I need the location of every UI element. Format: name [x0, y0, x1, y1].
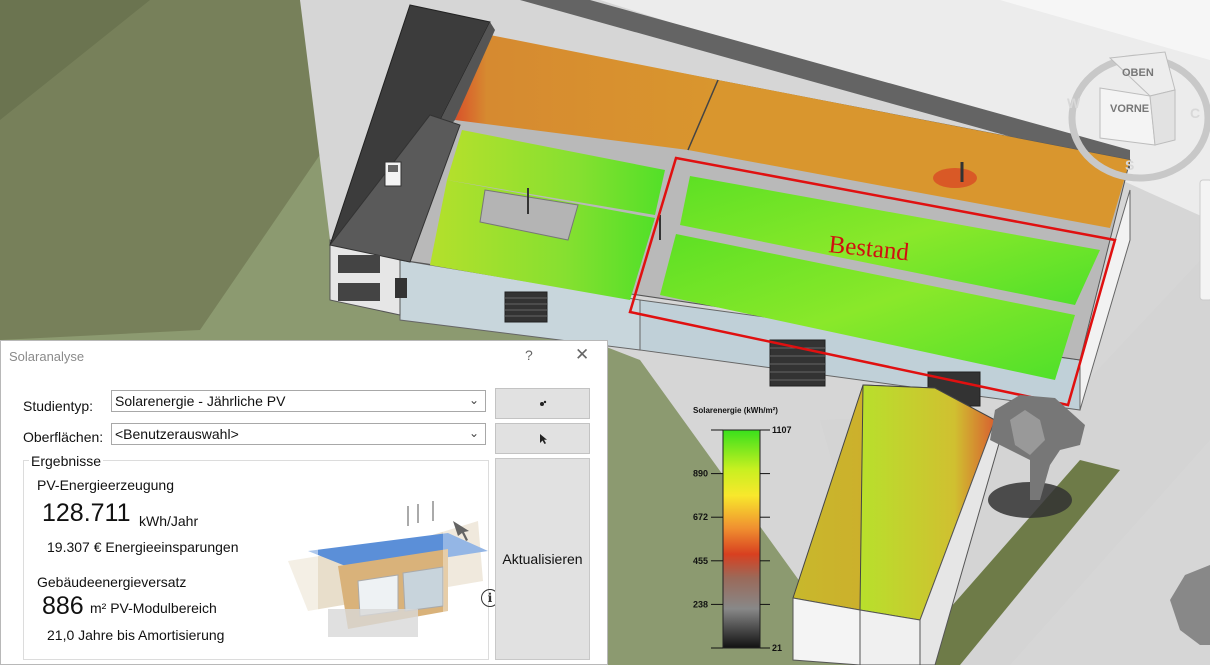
- surfaces-select[interactable]: <Benutzerauswahl> ⌄: [111, 423, 486, 445]
- study-type-select[interactable]: Solarenergie - Jährliche PV ⌄: [111, 390, 486, 412]
- chevron-down-icon: ⌄: [468, 426, 479, 440]
- view-cube-front: VORNE: [1110, 103, 1149, 115]
- legend-tick-label: 238: [693, 599, 708, 609]
- pv-production-value: 128.711: [42, 499, 131, 527]
- surfaces-value: <Benutzerauswahl>: [115, 426, 239, 442]
- view-cube-east: C: [1190, 105, 1200, 121]
- chevron-down-icon: ⌄: [468, 393, 479, 407]
- legend-tick-label: 21: [772, 643, 782, 653]
- pick-point-icon: [539, 400, 546, 406]
- pick-point-button[interactable]: [495, 388, 590, 419]
- view-cube-south: S: [1125, 157, 1134, 173]
- pv-production-label: PV-Energieerzeugung: [37, 477, 174, 493]
- energy-offset-label: Gebäudeenergieversatz: [37, 574, 187, 590]
- study-type-value: Solarenergie - Jährliche PV: [115, 393, 286, 409]
- surfaces-label: Oberflächen:: [23, 429, 104, 445]
- legend-tick-label: 890: [693, 469, 708, 479]
- dialog-title: Solaranalyse: [9, 349, 85, 364]
- results-group-title: Ergebnisse: [29, 453, 104, 469]
- view-cube-top: OBEN: [1122, 67, 1154, 79]
- legend-color-bar: [722, 429, 761, 649]
- cursor-icon: [539, 434, 547, 444]
- update-button[interactable]: Aktualisieren: [495, 458, 590, 660]
- legend-tick-label: 672: [693, 512, 708, 522]
- pv-production-unit: kWh/Jahr: [139, 513, 199, 529]
- legend-title: Solarenergie (kWh/m²): [693, 406, 778, 415]
- legend-tick-label: 455: [693, 556, 708, 566]
- help-button[interactable]: ?: [525, 347, 533, 363]
- payback-period: 21,0 Jahre bis Amortisierung: [47, 627, 225, 643]
- select-surfaces-button[interactable]: [495, 423, 590, 454]
- panel-area-value: 886: [42, 592, 84, 620]
- close-button[interactable]: ✕: [575, 345, 589, 365]
- house-illustration: [248, 501, 488, 641]
- study-type-label: Studientyp:: [23, 398, 94, 414]
- energy-savings: 19.307 € Energieeinsparungen: [47, 539, 239, 555]
- legend-tick-label: 1107: [772, 425, 792, 435]
- view-cube-west: W: [1067, 95, 1081, 111]
- panel-area-unit: m² PV-Modulbereich: [90, 600, 217, 616]
- solar-analysis-dialog: Solaranalyse ? ✕ Studientyp: Solarenergi…: [0, 340, 608, 665]
